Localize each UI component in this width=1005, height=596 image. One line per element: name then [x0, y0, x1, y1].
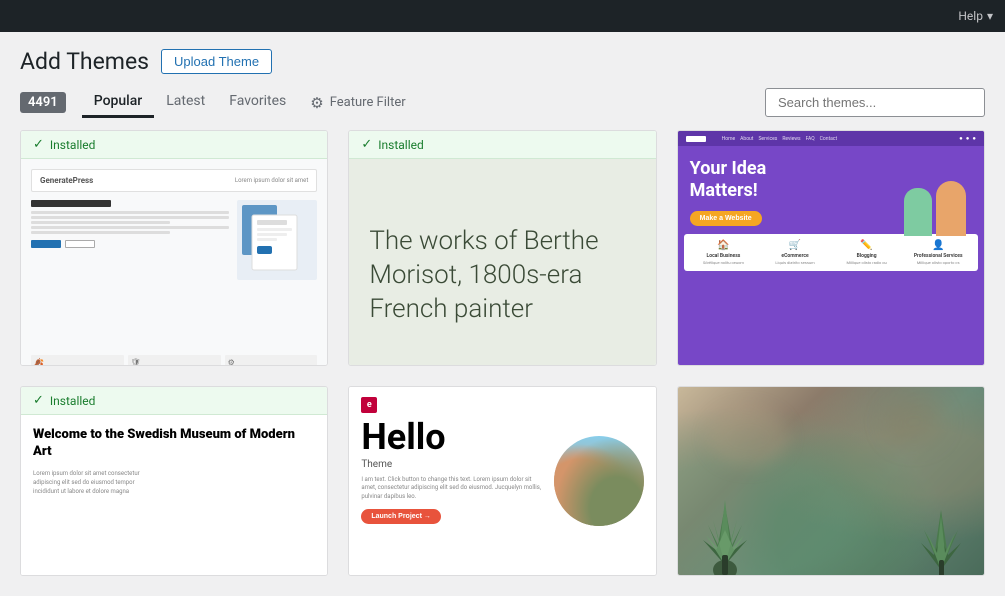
- gp-content: [31, 200, 317, 349]
- bokeh-shape2: [884, 397, 944, 447]
- installed-label: Installed: [50, 138, 96, 152]
- astra-card-local: 🏠 Local Business Sörëlique nolitu oeuom: [690, 240, 758, 265]
- installed-label: Installed: [378, 138, 424, 152]
- blogging-icon: ✏️: [833, 240, 901, 251]
- themes-grid: ✓ Installed GeneratePress Lorem ipsum do…: [0, 130, 1005, 596]
- search-box: [765, 88, 985, 117]
- installed-label: Installed: [50, 394, 96, 408]
- astra-card-ecommerce: 🛒 eCommerce Liquis diatrito sessum: [761, 240, 829, 265]
- theme-card-museum[interactable]: ✓ Installed Welcome to the Swedish Museu…: [20, 386, 328, 576]
- theme-preview-astra: HomeAboutServicesReviewsFAQContact ●●● Y…: [678, 131, 984, 365]
- theme-footer-hello: Hello Elementor Details: [349, 575, 655, 576]
- gp-header-bar: GeneratePress Lorem ipsum dolor sit amet: [31, 169, 317, 192]
- theme-count-badge: 4491: [20, 92, 66, 113]
- help-label: Help: [958, 9, 983, 23]
- astra-card-text-2: Liquis diatrito sessum: [761, 260, 829, 265]
- tab-latest[interactable]: Latest: [154, 87, 217, 118]
- astra-card-title-1: Local Business: [690, 253, 758, 259]
- astra-card-title-3: Blogging: [833, 253, 901, 259]
- feature-filter-button[interactable]: ⚙ Feature Filter: [298, 88, 417, 118]
- tto-preview-text: The works of Berthe Morisot, 1800s-era F…: [369, 225, 635, 326]
- astra-card-blog: ✏️ Blogging Millique olisto radio ou: [833, 240, 901, 265]
- theme-card-generatepress[interactable]: ✓ Installed GeneratePress Lorem ipsum do…: [20, 130, 328, 366]
- hello-image-circle: [554, 436, 644, 526]
- bokeh-shape: [708, 407, 788, 467]
- theme-card-twentytwentyone[interactable]: ✓ Installed The works of Berthe Morisot,…: [348, 130, 656, 366]
- admin-bar: Help ▾: [0, 0, 1005, 32]
- gp-text-block: [31, 200, 229, 349]
- astra-nav-links: HomeAboutServicesReviewsFAQContact: [722, 136, 838, 142]
- hello-theme-label: Theme: [361, 459, 543, 470]
- local-business-icon: 🏠: [690, 240, 758, 251]
- museum-content: Welcome to the Swedish Museum of Modern …: [21, 415, 327, 576]
- ecommerce-icon: 🛒: [761, 240, 829, 251]
- astra-cards: 🏠 Local Business Sörëlique nolitu oeuom …: [684, 234, 978, 271]
- hello-left: e Hello Theme I am text. Click button to…: [361, 397, 543, 565]
- astra-person2: [904, 188, 932, 236]
- astra-card-pro: 👤 Professional Services Millique olisto …: [904, 240, 972, 265]
- feature-filter-label: Feature Filter: [330, 95, 406, 110]
- astra-cta-button: Make a Website: [690, 211, 762, 226]
- astra-card-title-2: eCommerce: [761, 253, 829, 259]
- help-menu[interactable]: Help ▾: [958, 9, 993, 23]
- theme-card-astra[interactable]: HomeAboutServicesReviewsFAQContact ●●● Y…: [677, 130, 985, 366]
- theme-footer-photo: Details: [678, 575, 984, 576]
- check-icon: ✓: [33, 393, 44, 408]
- page-title: Add Themes: [20, 48, 149, 75]
- page-header: Add Themes Upload Theme: [0, 32, 1005, 75]
- astra-nav: HomeAboutServicesReviewsFAQContact ●●●: [678, 131, 984, 146]
- plant-left-icon: [698, 465, 753, 575]
- upload-theme-button[interactable]: Upload Theme: [161, 49, 272, 74]
- astra-card-title-4: Professional Services: [904, 253, 972, 259]
- astra-card-text-4: Millique olisto oporto cs: [904, 260, 972, 265]
- theme-preview-photo: [678, 387, 984, 575]
- theme-card-hello[interactable]: e Hello Theme I am text. Click button to…: [348, 386, 656, 576]
- installed-badge-museum: ✓ Installed: [21, 387, 327, 415]
- installed-badge-tto: ✓ Installed: [349, 131, 655, 159]
- theme-footer-astra: Astra Details: [678, 365, 984, 366]
- gp-image-mock: [237, 200, 317, 280]
- theme-preview-hello: e Hello Theme I am text. Click button to…: [349, 387, 655, 575]
- museum-title: Welcome to the Swedish Museum of Modern …: [33, 427, 315, 461]
- check-icon: ✓: [33, 137, 44, 152]
- astra-person: [936, 181, 966, 236]
- filter-bar: 4491 Popular Latest Favorites ⚙ Feature …: [0, 75, 1005, 130]
- plant-right-icon: [919, 485, 964, 575]
- astra-nav-icons: ●●●: [959, 135, 976, 142]
- chevron-down-icon: ▾: [987, 9, 993, 23]
- theme-preview-generatepress: GeneratePress Lorem ipsum dolor sit amet: [21, 159, 327, 366]
- gp-bottom: 🍂 What We Are Lorem ipsum dolor 🛡 What W…: [31, 355, 317, 366]
- search-input[interactable]: [765, 88, 985, 117]
- astra-logo: [686, 136, 706, 142]
- pro-services-icon: 👤: [904, 240, 972, 251]
- filter-tabs: Popular Latest Favorites ⚙ Feature Filte…: [82, 87, 765, 118]
- astra-card-text-3: Millique olisto radio ou: [833, 260, 901, 265]
- theme-preview-twentytwentyone: The works of Berthe Morisot, 1800s-era F…: [349, 159, 655, 366]
- theme-card-photo[interactable]: Details: [677, 386, 985, 576]
- astra-card-text-1: Sörëlique nolitu oeuom: [690, 260, 758, 265]
- astra-figure: [896, 156, 976, 236]
- gear-icon: ⚙: [310, 94, 323, 112]
- astra-hero-title: Your Idea Matters!: [690, 158, 810, 201]
- hello-body-text: I am text. Click button to change this t…: [361, 476, 543, 501]
- tab-favorites[interactable]: Favorites: [217, 87, 298, 118]
- hello-circle-bg: [554, 436, 644, 526]
- hello-cta-button[interactable]: Launch Project →: [361, 509, 441, 524]
- tab-popular[interactable]: Popular: [82, 87, 155, 118]
- installed-badge: ✓ Installed: [21, 131, 327, 159]
- check-icon: ✓: [361, 137, 372, 152]
- theme-preview-museum: Welcome to the Swedish Museum of Modern …: [21, 415, 327, 576]
- elementor-badge: e: [361, 397, 377, 413]
- hello-big-text: Hello: [361, 419, 543, 455]
